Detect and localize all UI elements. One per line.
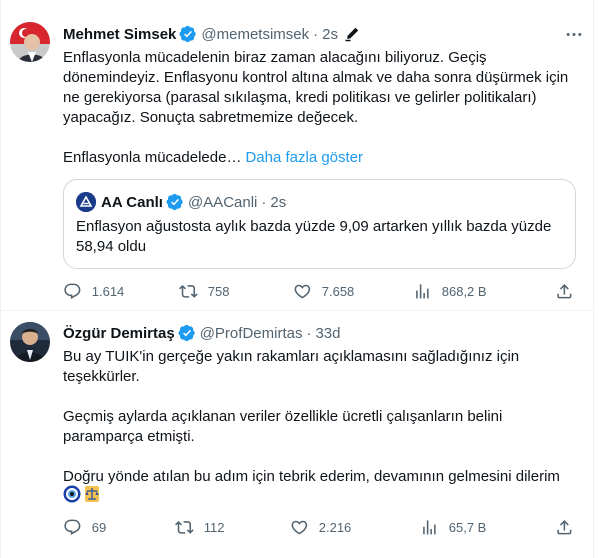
reply-icon: [64, 519, 81, 535]
author-handle[interactable]: @memetsimsek: [201, 26, 309, 43]
tweet-header: Özgür Demirtaş @ProfDemirtas · 33d: [63, 323, 340, 343]
like-count: 2.216: [318, 519, 352, 535]
analytics-icon: [416, 283, 429, 299]
tweet-text-paragraph: Enflasyonla mücadelenin biraz zaman alac…: [63, 49, 569, 126]
timestamp[interactable]: 33d: [315, 325, 340, 342]
share-icon: [557, 283, 572, 299]
quoted-tweet-text: Enflasyon ağustosta aylık bazda yüzde 9,…: [76, 218, 552, 255]
tweet[interactable]: Mehmet Simsek @memetsimsek · 2s Enflasyo…: [0, 0, 594, 310]
emoji-row: [63, 485, 101, 503]
edit-pencil-icon[interactable]: [344, 26, 360, 42]
author-name[interactable]: Özgür Demirtaş: [63, 325, 175, 342]
reply-icon: [64, 283, 81, 299]
tweet-text: Bu ay TUIK'in gerçeğe yakın rakamları aç…: [63, 347, 583, 487]
nazar-amulet-icon: [63, 485, 81, 503]
heart-icon: [291, 520, 308, 535]
tweet-text-paragraph: Bu ay TUIK'in gerçeğe yakın rakamları aç…: [63, 348, 520, 385]
separator-dot: ·: [261, 193, 267, 211]
more-options-icon[interactable]: [564, 26, 584, 42]
quoted-tweet[interactable]: AA Canlı @AACanli · 2s Enflasyon ağustos…: [63, 179, 576, 269]
quoted-tweet-header: AA Canlı @AACanli · 2s: [76, 192, 286, 212]
view-count: 65,7 B: [448, 519, 487, 535]
analytics-icon: [423, 519, 436, 535]
share-icon: [557, 519, 572, 535]
reply-button[interactable]: 1.614: [63, 281, 124, 301]
view-count: 868,2 B: [441, 283, 487, 299]
tweet-header: Mehmet Simsek @memetsimsek · 2s: [63, 24, 360, 44]
verified-badge-icon: [179, 25, 197, 43]
avatar[interactable]: [10, 22, 50, 62]
like-button[interactable]: 2.216: [290, 517, 351, 537]
author-handle[interactable]: @ProfDemirtas: [200, 325, 303, 342]
separator-dot: ·: [313, 25, 319, 43]
retweet-count: 758: [207, 283, 230, 299]
tweet-text: Enflasyonla mücadelenin biraz zaman alac…: [63, 48, 583, 168]
reply-count: 69: [91, 519, 107, 535]
tweet-text-paragraph: Geçmiş aylarda açıklanan veriler özellik…: [63, 408, 503, 445]
reply-count: 1.614: [91, 283, 125, 299]
like-button[interactable]: 7.658: [293, 281, 354, 301]
quoted-author-name: AA Canlı: [101, 193, 163, 211]
retweet-button[interactable]: 112: [175, 517, 224, 537]
share-button[interactable]: [555, 517, 574, 537]
tweet-text-paragraph: Doğru yönde atılan bu adım için tebrik e…: [63, 468, 560, 485]
tweet-actions: 1.614 758 7.658 868,2 B: [63, 281, 583, 301]
heart-icon: [294, 284, 311, 299]
retweet-icon: [179, 284, 198, 298]
quoted-author-handle: @AACanli: [187, 193, 258, 211]
quoted-timestamp: 2s: [270, 193, 287, 211]
views-button[interactable]: 868,2 B: [413, 281, 487, 301]
separator-dot: ·: [306, 324, 312, 342]
scales-of-justice-icon: [85, 486, 99, 502]
reply-button[interactable]: 69: [63, 517, 106, 537]
retweet-count: 112: [203, 519, 225, 535]
views-button[interactable]: 65,7 B: [420, 517, 486, 537]
quoted-avatar: [76, 192, 96, 212]
avatar[interactable]: [10, 322, 50, 362]
verified-badge-icon: [178, 324, 196, 342]
tweet-actions: 69 112 2.216 65,7 B: [63, 517, 583, 537]
timestamp[interactable]: 2s: [322, 26, 338, 43]
author-name[interactable]: Mehmet Simsek: [63, 26, 176, 43]
verified-badge-icon: [166, 193, 184, 211]
tweet-text-line: Enflasyonla mücadelede…: [63, 149, 242, 166]
retweet-icon: [175, 520, 194, 534]
retweet-button[interactable]: 758: [179, 281, 229, 301]
tweet-text-truncated: Enflasyonla mücadelede… Daha fazla göster: [63, 148, 583, 168]
share-button[interactable]: [555, 281, 574, 301]
show-more-link[interactable]: Daha fazla göster: [245, 149, 363, 166]
tweet[interactable]: Özgür Demirtaş @ProfDemirtas · 33d Bu ay…: [0, 311, 594, 558]
like-count: 7.658: [321, 283, 355, 299]
